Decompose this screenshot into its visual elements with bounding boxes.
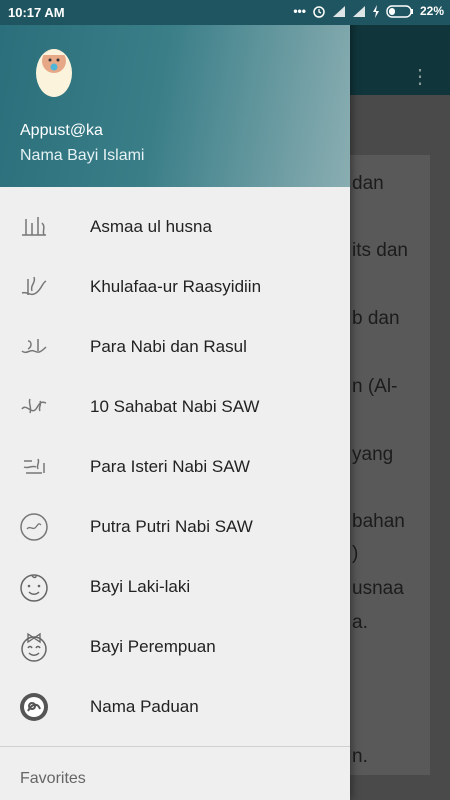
drawer-menu: Asmaa ul husna Khulafaa-ur Raasyidiin Pa…	[0, 197, 350, 737]
menu-item-bayi-laki-laki[interactable]: Bayi Laki-laki	[0, 557, 350, 617]
navigation-drawer: Appust@ka Nama Bayi Islami Asmaa ul husn…	[0, 0, 350, 800]
menu-item-label: Para Nabi dan Rasul	[90, 337, 247, 356]
background-text: n.	[352, 746, 368, 767]
background-text: b dan	[352, 308, 400, 329]
calligraphy-icon	[23, 458, 45, 474]
favorites-section-title: Favorites	[20, 770, 86, 787]
background-text: bahan	[352, 511, 405, 532]
status-time: 10:17 AM	[8, 5, 65, 20]
app-name: Appust@ka	[20, 122, 103, 139]
background-text: dan	[352, 173, 384, 194]
menu-item-10-sahabat[interactable]: 10 Sahabat Nabi SAW	[0, 377, 350, 437]
menu-item-label: Nama Paduan	[90, 697, 199, 716]
baby-boy-icon	[20, 574, 48, 602]
signal-icon	[332, 5, 345, 17]
signal-icon-2	[352, 5, 365, 17]
menu-item-label: Putra Putri Nabi SAW	[90, 517, 253, 536]
calligraphy-icon	[22, 217, 46, 236]
baby-girl-icon	[21, 632, 47, 662]
menu-item-label: Bayi Perempuan	[90, 637, 216, 656]
calligraphy-icon	[21, 398, 47, 414]
menu-item-khulafaa[interactable]: Khulafaa-ur Raasyidiin	[0, 257, 350, 317]
alarm-icon	[313, 6, 325, 18]
app-subtitle: Nama Bayi Islami	[20, 147, 145, 164]
background-text: n (Al-	[352, 376, 398, 397]
menu-item-nama-paduan[interactable]: Nama Paduan	[0, 677, 350, 737]
background-text: usnaa	[352, 578, 404, 599]
menu-item-asmaa-ul-husna[interactable]: Asmaa ul husna	[0, 197, 350, 257]
menu-item-putra-putri[interactable]: Putra Putri Nabi SAW	[0, 497, 350, 557]
calligraphy-icon	[21, 339, 47, 354]
overflow-menu-icon: ⋮	[410, 66, 430, 88]
menu-item-label: 10 Sahabat Nabi SAW	[90, 397, 260, 416]
charging-icon	[372, 4, 379, 18]
menu-item-para-nabi[interactable]: Para Nabi dan Rasul	[0, 317, 350, 377]
menu-item-para-isteri[interactable]: Para Isteri Nabi SAW	[0, 437, 350, 497]
notification-dots-icon: •••	[293, 4, 306, 18]
drawer-header: Appust@ka Nama Bayi Islami	[0, 25, 350, 187]
background-text: )	[352, 543, 359, 564]
background-text: yang	[352, 444, 394, 465]
menu-item-label: Bayi Laki-laki	[90, 577, 191, 596]
menu-item-label: Para Isteri Nabi SAW	[90, 457, 250, 476]
menu-item-label: Asmaa ul husna	[90, 217, 212, 236]
menu-item-label: Khulafaa-ur Raasyidiin	[90, 277, 262, 296]
drawer-divider	[0, 746, 350, 747]
battery-icon	[386, 4, 413, 18]
battery-percent: 22%	[419, 4, 444, 18]
baby-logo-icon	[36, 49, 72, 97]
baby-face-icon	[20, 693, 48, 721]
background-text: a.	[352, 612, 368, 633]
calligraphy-icon	[20, 513, 48, 541]
background-text: its dan	[352, 240, 408, 261]
menu-item-bayi-perempuan[interactable]: Bayi Perempuan	[0, 617, 350, 677]
calligraphy-icon	[21, 276, 47, 296]
status-bar: 10:17 AM ••• 22%	[0, 0, 450, 25]
